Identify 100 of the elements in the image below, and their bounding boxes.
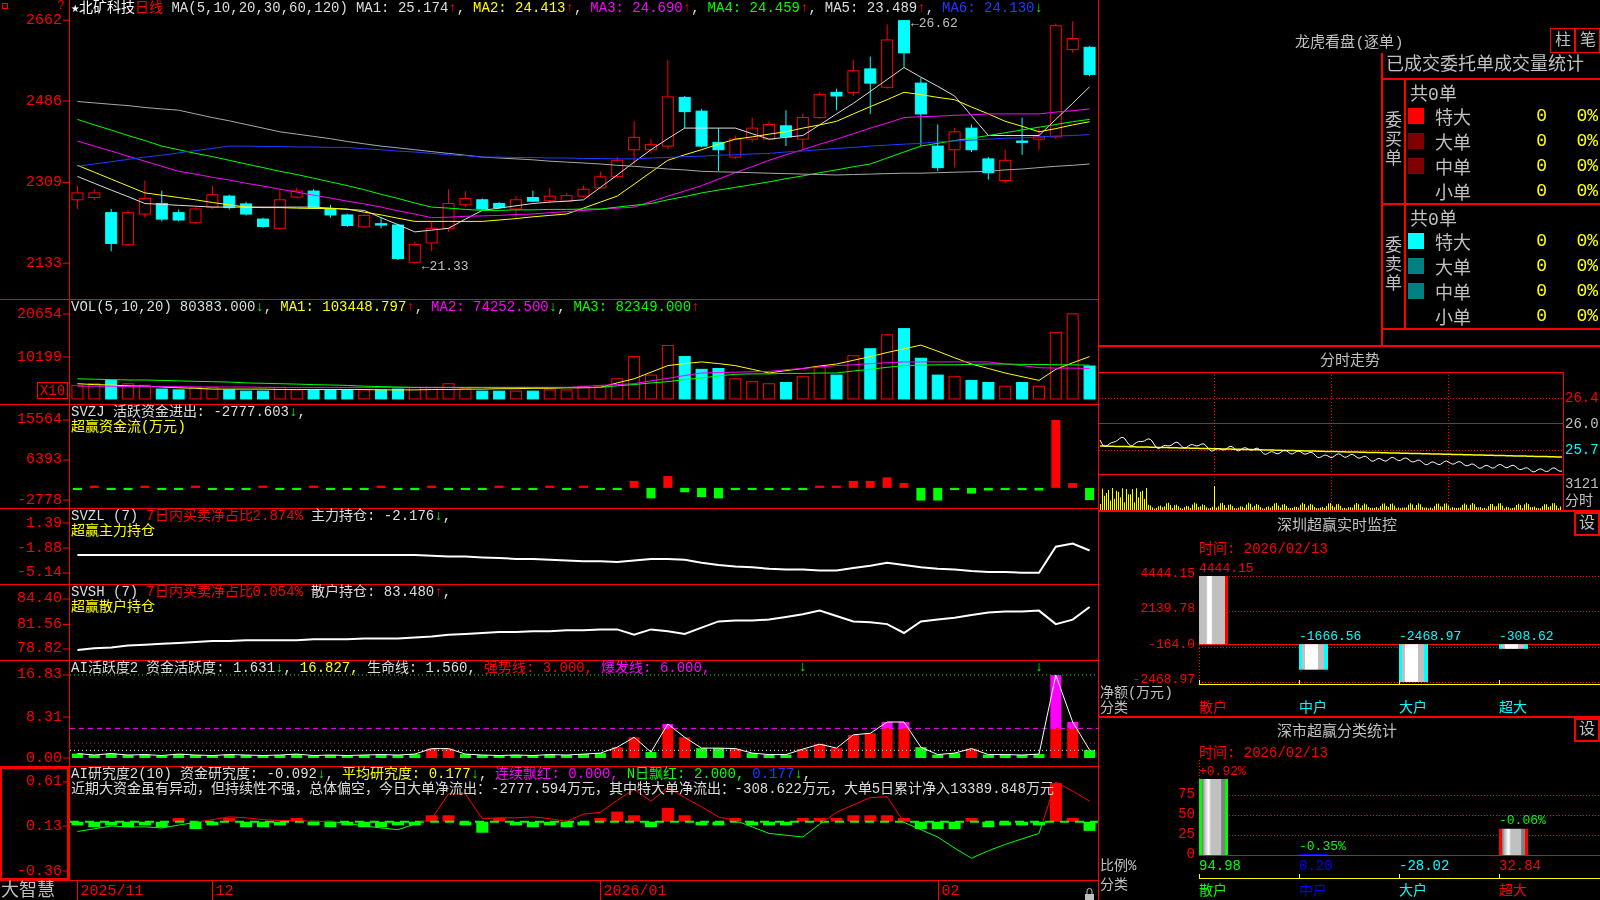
bar [494, 485, 504, 488]
bar [290, 389, 303, 400]
bar [764, 487, 774, 491]
indicator-reading: 0.177↓, [752, 767, 812, 782]
axis-label: -164.0 [1148, 637, 1195, 652]
bar [359, 487, 369, 491]
order-share: 0% [1576, 106, 1598, 126]
mode-button[interactable]: 笔 [1575, 28, 1600, 53]
bar [966, 487, 976, 494]
indicator-reading: MA6: 24.130↓ [942, 1, 1043, 16]
bar [292, 487, 302, 491]
period-label: 日线 [135, 1, 164, 16]
brand-label: 大智慧 [1, 881, 55, 900]
mode-button[interactable]: 柱 [1550, 28, 1575, 53]
axis-title: 净额(万元) [1100, 685, 1173, 701]
bar [138, 384, 151, 400]
indicator-reading: MA1: 25.174↑, [355, 1, 466, 16]
axis-label: -2468.97 [1132, 672, 1195, 687]
value-label: -2468.97 [1399, 628, 1462, 644]
bar [1032, 385, 1045, 400]
candlestick [830, 88, 843, 111]
bar [1017, 487, 1027, 491]
bar [275, 487, 285, 491]
bar [476, 390, 489, 400]
order-size-label: 特大 [1435, 107, 1471, 129]
bar [697, 487, 707, 498]
bar [730, 487, 740, 491]
order-size-label: 特大 [1435, 232, 1471, 254]
axis-label: -5.14 [17, 564, 62, 582]
bar [965, 379, 978, 400]
bar [393, 487, 403, 491]
settings-button[interactable]: 设 [1574, 718, 1600, 742]
bar [948, 376, 961, 400]
candlestick [1016, 117, 1029, 156]
indicator-reading: MA2: 74252.500↓, [431, 300, 566, 315]
bar [779, 382, 792, 400]
axis-label: 26.0 [1565, 416, 1599, 432]
indicator-reading: 活跃资金进出: -2777.603↓, [112, 405, 306, 420]
axis-label: -2778 [17, 491, 62, 508]
bar [579, 485, 588, 488]
bar [358, 389, 371, 400]
bar [223, 389, 236, 400]
order-share: 0% [1576, 231, 1598, 251]
category-label: 超大 [1499, 700, 1527, 716]
value-label: 32.84 [1499, 858, 1541, 874]
bar [560, 389, 573, 400]
indicator-title: SVZL (7) [71, 509, 139, 524]
value-label: 94.98 [1199, 858, 1241, 874]
bar [1049, 331, 1062, 400]
order-count: 0 [1536, 181, 1547, 201]
bar [1068, 483, 1078, 488]
date-label: 12 [215, 882, 234, 900]
axis-label: 50 [1178, 805, 1195, 822]
bar [1051, 419, 1061, 488]
indicator-reading: MA1: 103448.797↑, [280, 300, 424, 315]
axis-label: 84.40 [17, 590, 62, 608]
order-count: 0 [1536, 131, 1547, 151]
bar [933, 487, 943, 501]
candlestick [1066, 20, 1079, 54]
bar [240, 390, 253, 400]
bar [375, 389, 388, 400]
bar [88, 755, 100, 759]
settings-button[interactable]: 设 [1574, 512, 1600, 536]
order-total: 共0单 [1410, 208, 1457, 230]
axis-label: 0.00 [26, 749, 62, 766]
candlestick [982, 156, 995, 181]
bar [763, 383, 776, 400]
axis-label: 6393 [26, 451, 62, 469]
bar [796, 376, 809, 400]
axis-label: 78.82 [17, 640, 62, 658]
order-count: 0 [1536, 281, 1547, 301]
indicator-reading: MA3: 82349.000↑ [573, 300, 700, 315]
order-size-label: 大单 [1435, 132, 1471, 154]
indicator-reading: MA2: 24.413↑, [473, 1, 583, 16]
order-count: 0 [1536, 106, 1547, 126]
axis-title: 比例% [1100, 858, 1137, 874]
indicator-reading: 爆发线: 6.000, [601, 661, 711, 676]
axis-label: 0.13 [26, 817, 62, 835]
candlestick [931, 123, 944, 172]
bar [72, 487, 82, 491]
bar [1016, 382, 1029, 400]
bar [174, 487, 184, 491]
panel-title: 深圳超赢实时监控 [1276, 516, 1397, 535]
bar [1083, 365, 1096, 400]
value-label: -1666.56 [1299, 628, 1362, 644]
bar [1084, 750, 1096, 759]
bar [307, 389, 320, 400]
axis-title: 分类 [1100, 877, 1128, 893]
indicator-reading: 7日内买卖净占比0.054% [146, 585, 304, 600]
category-label: 大户 [1399, 700, 1427, 716]
value-label: -308.62 [1499, 628, 1554, 644]
order-size-label: 大单 [1435, 257, 1471, 279]
scale-label: X10 [37, 382, 68, 399]
category-label: 中户 [1299, 700, 1327, 716]
bar [1067, 722, 1079, 759]
panel-title: 分时走势 [1319, 351, 1380, 370]
indicator-reading: 生命线: 1.560, [366, 661, 476, 676]
bar [832, 485, 842, 488]
bar [376, 485, 386, 488]
indicator-reading: MA3: 24.690↑, [590, 1, 700, 16]
